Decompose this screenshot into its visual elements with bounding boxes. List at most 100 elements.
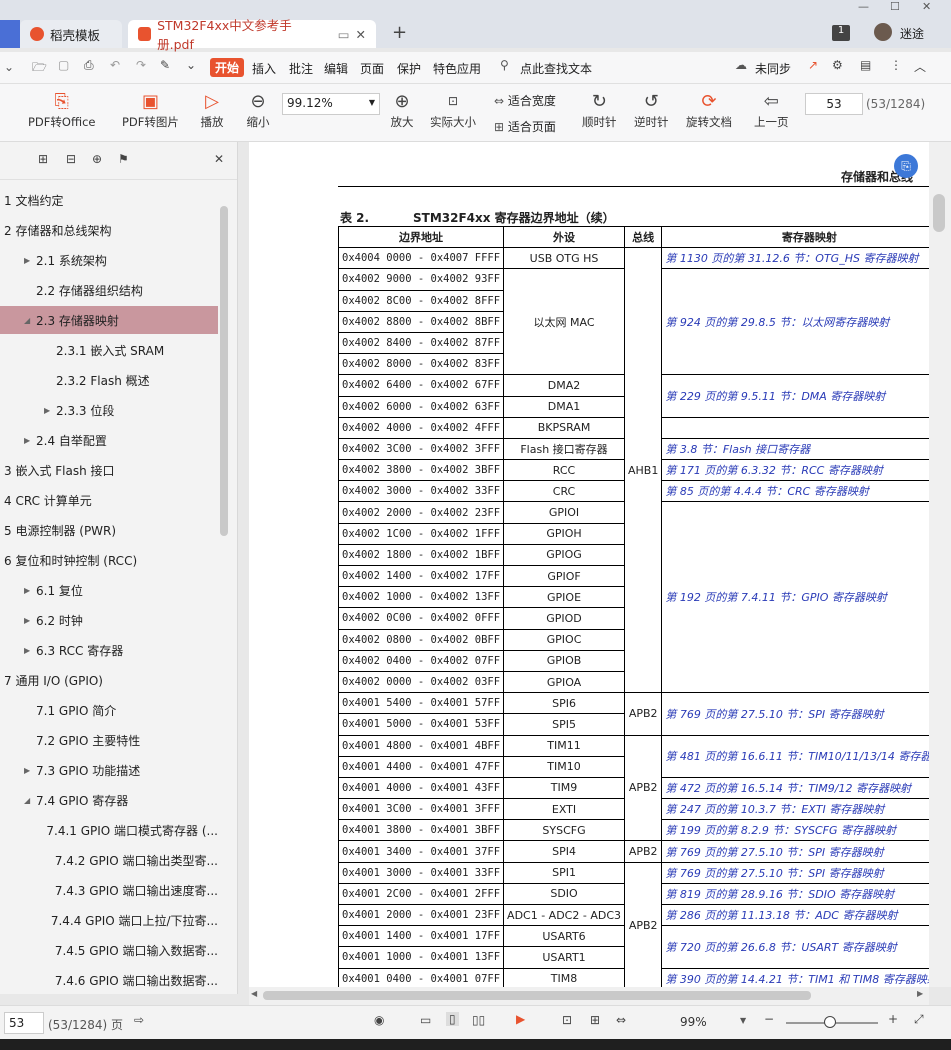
sidebar-item[interactable]: ▶ 2.4 自举配置 [0,426,218,454]
sidebar-item[interactable]: ▶ 7.3 GPIO 功能描述 [0,756,218,784]
menu-start[interactable]: 开始 [210,58,245,77]
rotate-document-button[interactable]: ⟳ 旋转文档 [686,88,732,130]
sidebar-item[interactable]: 2.3.1 嵌入式 SRAM [0,336,218,364]
rotate-cw-button[interactable]: ↻ 顺时针 [582,88,617,130]
badge-count[interactable]: 1 [832,25,850,41]
sidebar-item[interactable]: ▶ 6.1 复位 [0,576,218,604]
sidebar-item[interactable]: 4 CRC 计算单元 [0,486,218,514]
fit-width-button[interactable]: ⇔ 适合宽度 [494,92,556,109]
expand-arrow-icon[interactable]: ◢ [24,796,36,805]
comment-icon[interactable]: ▤ [860,58,871,72]
scroll-thumb[interactable] [220,206,228,536]
expand-arrow-icon[interactable]: ▶ [24,766,36,775]
register-map-link[interactable]: 第 769 页的第 27.5.10 节：SPI 寄存器映射 [661,861,929,884]
avatar[interactable] [874,23,892,41]
sidebar-item[interactable]: 7.4.5 GPIO 端口输入数据寄... [0,936,218,964]
register-map-link[interactable]: 第 192 页的第 7.4.11 节：GPIO 寄存器映射 [661,501,929,694]
zoom-dropdown-icon[interactable]: ▼ [740,1016,746,1025]
register-map-link[interactable]: 第 472 页的第 16.5.14 节：TIM9/12 寄存器映射 [661,776,929,800]
menu-edit[interactable]: 编辑 [324,60,348,77]
register-map-link[interactable]: 第 769 页的第 27.5.10 节：SPI 寄存器映射 [661,840,929,863]
close-tab-icon[interactable]: ✕ [356,27,366,42]
register-map-link[interactable]: 第 3.8 节：Flash 接口寄存器 [661,437,929,461]
expand-arrow-icon[interactable]: ▶ [24,646,36,655]
expand-arrow-icon[interactable]: ▶ [24,586,36,595]
fit-width-icon[interactable]: ⇔ [616,1013,626,1027]
play-button[interactable]: ▷ 播放 [200,88,224,130]
menu-features[interactable]: 特色应用 [433,60,481,77]
tab-home[interactable] [0,20,20,48]
fit-page-icon[interactable]: ⊞ [590,1013,600,1027]
register-map-link[interactable]: 第 819 页的第 28.9.16 节：SDIO 寄存器映射 [661,882,929,906]
scroll-right-icon[interactable]: ▶ [917,989,923,998]
print-icon[interactable]: ⎙ [84,58,94,73]
play-slideshow-icon[interactable]: ▶ [516,1012,525,1026]
fullscreen-icon[interactable]: ⤢ [914,1012,924,1027]
register-map-link[interactable]: 第 171 页的第 6.3.32 节：RCC 寄存器映射 [661,459,929,482]
expand-arrow-icon[interactable]: ▶ [24,256,36,265]
bookmark-icon[interactable]: ⚑ [118,152,129,166]
cloud-sync-icon[interactable]: ☁ [735,58,747,72]
scroll-thumb[interactable] [933,194,945,232]
collapse-all-icon[interactable]: ⊟ [66,152,76,166]
menu-annotate[interactable]: 批注 [289,60,313,77]
register-map-link[interactable]: 第 247 页的第 10.3.7 节：EXTI 寄存器映射 [661,798,929,821]
menu-more-icon[interactable]: ⌄ [186,58,196,72]
register-map-link[interactable]: 第 286 页的第 11.13.18 节：ADC 寄存器映射 [661,903,929,927]
expand-all-icon[interactable]: ⊞ [38,152,48,166]
zoom-input[interactable]: 99.12% ▼ [282,93,380,115]
previous-page-button[interactable]: ⇦ 上一页 [754,88,789,130]
sidebar-item[interactable]: ◢ 7.4 GPIO 寄存器 [0,786,218,814]
fit-page-button[interactable]: ⊞ 适合页面 [494,118,556,135]
sidebar-item[interactable]: ◢ 2.3 存储器映射 [0,306,218,334]
status-page-input[interactable]: 53 [4,1012,44,1034]
actual-size-icon[interactable]: ⊡ [562,1013,572,1027]
register-map-link[interactable] [661,416,929,439]
zoom-out-icon[interactable]: − [764,1012,774,1026]
pin-icon[interactable]: ▭ [338,27,350,42]
menu-protect[interactable]: 保护 [397,60,421,77]
menu-insert[interactable]: 插入 [252,60,276,77]
zoom-slider[interactable] [786,1016,878,1028]
right-scrollbar[interactable] [929,142,951,987]
page-number-input[interactable]: 53 [805,93,863,115]
pdf-to-image-button[interactable]: ▣ PDF转图片 [122,88,179,130]
undo-icon[interactable]: ↶ [110,58,120,72]
dropdown-arrow-icon[interactable]: ▼ [369,98,375,107]
double-page-icon[interactable]: ▯▯ [472,1013,485,1027]
sidebar-item[interactable]: ▶ 2.1 系统架构 [0,246,218,274]
sidebar-item[interactable]: 3 嵌入式 Flash 接口 [0,456,218,484]
add-bookmark-icon[interactable]: ⊕ [92,152,102,166]
expand-arrow-icon[interactable]: ▶ [24,436,36,445]
settings-icon[interactable]: ⚙ [832,58,843,72]
register-map-link[interactable]: 第 229 页的第 9.5.11 节：DMA 寄存器映射 [661,374,929,418]
open-folder-icon[interactable]: 🗁 [32,58,47,79]
eye-icon[interactable]: ◉ [374,1013,384,1027]
sidebar-item[interactable]: 2 存储器和总线架构 [0,216,218,244]
chevron-down-icon[interactable]: ⌄ [4,60,14,74]
continuous-page-icon[interactable]: ▯ [446,1012,459,1026]
actual-size-button[interactable]: ⊡ 实际大小 [430,88,476,130]
sidebar-item[interactable]: ▶ 2.3.3 位段 [0,396,218,424]
save-icon[interactable]: ▢ [58,58,69,72]
menu-page[interactable]: 页面 [360,60,384,77]
sidebar-item[interactable]: ▶ 6.2 时钟 [0,606,218,634]
floating-tool-button[interactable]: ⎘ [894,154,918,178]
register-map-link[interactable]: 第 1130 页的第 31.12.6 节：OTG_HS 寄存器映射 [661,247,929,270]
zoom-out-button[interactable]: ⊖ 缩小 [246,88,270,130]
register-map-link[interactable]: 第 720 页的第 26.6.8 节：USART 寄存器映射 [661,925,929,969]
scroll-thumb[interactable] [263,991,811,1000]
pdf-to-office-button[interactable]: ⎘ PDF转Office [28,88,95,130]
sync-status[interactable]: 未同步 [755,60,791,77]
register-map-link[interactable]: 第 199 页的第 8.2.9 节：SYSCFG 寄存器映射 [661,819,929,842]
share-icon[interactable]: ↗ [808,58,818,72]
horizontal-scrollbar[interactable]: ◀ ▶ [249,987,929,1005]
expand-arrow-icon[interactable]: ◢ [24,316,36,325]
sidebar-item[interactable]: ▶ 6.3 RCC 寄存器 [0,636,218,664]
sidebar-item[interactable]: 7.2 GPIO 主要特性 [0,726,218,754]
zoom-in-icon[interactable]: + [888,1012,898,1026]
sidebar-item[interactable]: 7.4.1 GPIO 端口模式寄存器 (... [0,816,218,844]
register-map-link[interactable]: 第 85 页的第 4.4.4 节：CRC 寄存器映射 [661,480,929,503]
tab-pdf-document[interactable]: STM32F4xx中文参考手册.pdf ▭ ✕ [128,18,376,52]
sidebar-item[interactable]: 7.1 GPIO 简介 [0,696,218,724]
